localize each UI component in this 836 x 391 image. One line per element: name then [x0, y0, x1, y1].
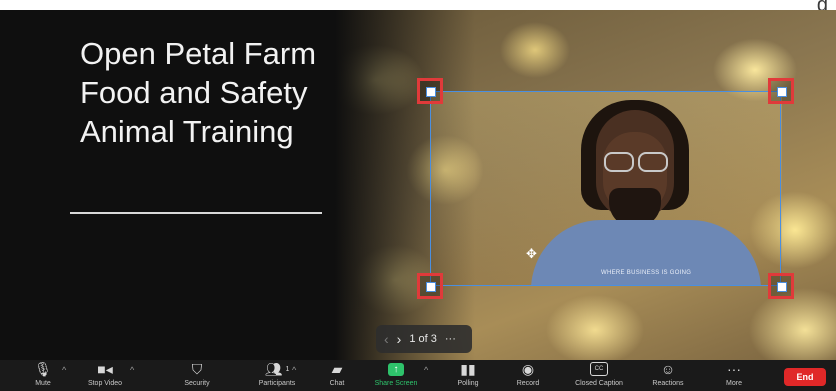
shield-icon: ⛉	[191, 360, 203, 377]
record-label: Record	[516, 380, 540, 387]
end-meeting-button[interactable]: End	[784, 368, 826, 386]
mute-label: Mute	[35, 380, 51, 387]
video-options-caret-icon[interactable]: ^	[130, 365, 134, 375]
stop-video-label: Stop Video	[87, 380, 123, 387]
bar-chart-icon: ▮▮	[460, 360, 476, 377]
ellipsis-icon: ···	[727, 361, 741, 377]
security-button[interactable]: ⛉ Security	[177, 360, 217, 391]
video-camera-icon: ■◂	[97, 360, 113, 377]
selection-box[interactable]	[430, 91, 781, 286]
chevron-right-icon[interactable]: ›	[397, 331, 402, 347]
share-screen-button[interactable]: ↑ Share Screen	[370, 360, 422, 391]
security-label: Security	[184, 380, 210, 387]
record-button[interactable]: ◉ Record	[510, 360, 546, 391]
share-options-caret-icon[interactable]: ^	[424, 365, 428, 375]
share-screen-arrow-icon: ↑	[388, 362, 404, 376]
chat-button[interactable]: ▰ Chat	[322, 360, 352, 391]
resize-handle-bottom-right[interactable]	[768, 273, 794, 299]
participants-label: Participants	[258, 380, 296, 387]
closed-caption-icon: CC	[590, 362, 608, 376]
smiley-plus-icon: ☺	[660, 361, 676, 377]
microphone-icon: 🎙︎	[34, 360, 52, 377]
slide-pager: ‹ › 1 of 3 ···	[376, 325, 472, 353]
polling-button[interactable]: ▮▮ Polling	[451, 360, 485, 391]
more-label: More	[726, 380, 742, 387]
more-button[interactable]: ··· More	[720, 360, 748, 391]
chat-label: Chat	[329, 380, 345, 387]
participants-options-caret-icon[interactable]: ^	[292, 365, 296, 375]
closed-caption-label: Closed Caption	[575, 380, 623, 387]
meeting-toolbar: 🎙︎ Mute ^ ■◂ Stop Video ^ ⛉ Security 👥︎ 1…	[0, 360, 836, 391]
record-icon: ◉	[521, 360, 535, 377]
resize-handle-top-right[interactable]	[768, 78, 794, 104]
title-divider	[70, 212, 322, 214]
reactions-label: Reactions	[652, 380, 684, 387]
mute-button[interactable]: 🎙︎ Mute	[28, 360, 58, 391]
resize-handle-bottom-left[interactable]	[417, 273, 443, 299]
pager-more-button[interactable]: ···	[445, 333, 456, 345]
slide-title: Open Petal Farm Food and Safety Animal T…	[80, 36, 317, 149]
page-indicator: 1 of 3	[409, 333, 437, 345]
participants-icon: 👥︎ 1	[264, 360, 290, 377]
participants-count: 1	[285, 365, 290, 373]
closed-caption-button[interactable]: CC Closed Caption	[566, 360, 632, 391]
polling-label: Polling	[457, 380, 479, 387]
stop-video-button[interactable]: ■◂ Stop Video	[80, 360, 130, 391]
shared-screen-stage: Open Petal Farm Food and Safety Animal T…	[0, 10, 836, 360]
move-cursor-icon: ✥	[526, 246, 537, 261]
share-screen-label: Share Screen	[374, 380, 418, 387]
chevron-left-icon[interactable]: ‹	[384, 331, 389, 347]
resize-handle-top-left[interactable]	[417, 78, 443, 104]
mute-options-caret-icon[interactable]: ^	[62, 365, 66, 375]
chat-bubble-icon: ▰	[331, 360, 343, 377]
reactions-button[interactable]: ☺ Reactions	[646, 360, 690, 391]
